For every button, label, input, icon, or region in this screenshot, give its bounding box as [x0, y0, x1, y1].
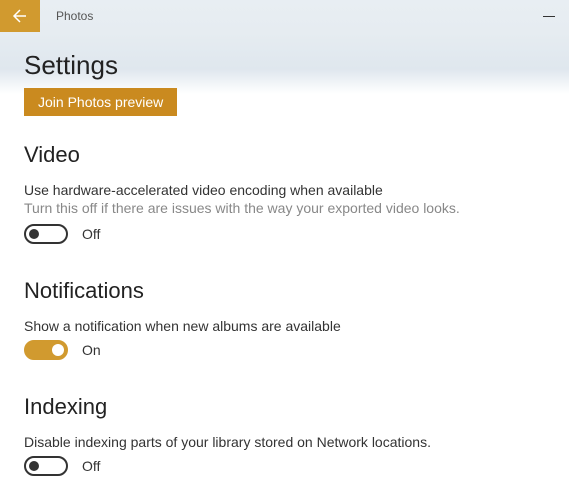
section-heading-video: Video — [24, 142, 545, 168]
titlebar: Photos — [0, 0, 569, 32]
settings-content: Join Photos preview Video Use hardware-a… — [0, 94, 569, 476]
notifications-toggle[interactable] — [24, 340, 68, 360]
video-toggle-row: Off — [24, 224, 545, 244]
notifications-setting-title: Show a notification when new albums are … — [24, 318, 545, 334]
indexing-toggle[interactable] — [24, 456, 68, 476]
section-notifications: Notifications Show a notification when n… — [24, 278, 545, 360]
toggle-knob — [29, 229, 39, 239]
video-setting-desc: Turn this off if there are issues with t… — [24, 200, 545, 216]
app-title: Photos — [40, 0, 93, 32]
toggle-knob — [52, 344, 64, 356]
video-toggle[interactable] — [24, 224, 68, 244]
notifications-toggle-row: On — [24, 340, 545, 360]
section-indexing: Indexing Disable indexing parts of your … — [24, 394, 545, 476]
indexing-toggle-label: Off — [82, 458, 100, 474]
back-button[interactable] — [0, 0, 40, 32]
window-controls — [543, 0, 569, 32]
section-video: Video Use hardware-accelerated video enc… — [24, 142, 545, 244]
section-heading-indexing: Indexing — [24, 394, 545, 420]
indexing-setting-title: Disable indexing parts of your library s… — [24, 434, 545, 450]
video-setting-title: Use hardware-accelerated video encoding … — [24, 182, 545, 198]
video-toggle-label: Off — [82, 226, 100, 242]
arrow-left-icon — [12, 8, 28, 24]
indexing-toggle-row: Off — [24, 456, 545, 476]
minimize-button[interactable] — [543, 16, 555, 17]
join-preview-button[interactable]: Join Photos preview — [24, 88, 177, 116]
section-heading-notifications: Notifications — [24, 278, 545, 304]
notifications-toggle-label: On — [82, 342, 101, 358]
toggle-knob — [29, 461, 39, 471]
page-title: Settings — [24, 50, 545, 81]
header-band: Settings — [0, 32, 569, 94]
